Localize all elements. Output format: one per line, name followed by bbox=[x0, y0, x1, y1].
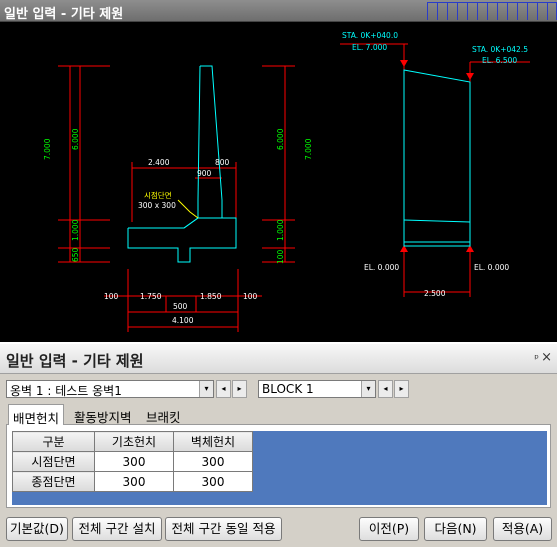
grid-col-header: 벽체헌치 bbox=[173, 431, 253, 452]
tab-shear-key[interactable]: 활동방지벽 bbox=[70, 404, 136, 425]
grid-corner-header: 구분 bbox=[12, 431, 95, 452]
apply-same-all-sections-button[interactable]: 전체 구간 동일 적용 bbox=[165, 517, 282, 541]
grid-row-header: 종점단면 bbox=[12, 471, 95, 492]
left-dimension-lines bbox=[58, 65, 295, 332]
svg-text:650: 650 bbox=[71, 247, 80, 262]
default-button[interactable]: 기본값(D) bbox=[6, 517, 68, 541]
grid-cell[interactable]: 300 bbox=[94, 451, 174, 472]
wall-next-button[interactable]: ▸ bbox=[232, 380, 247, 398]
svg-text:300 x 300: 300 x 300 bbox=[138, 201, 176, 210]
elevation-dimension-lines bbox=[340, 43, 530, 297]
grid-col-header: 기초헌치 bbox=[94, 431, 174, 452]
svg-text:EL. 7.000: EL. 7.000 bbox=[352, 43, 387, 52]
chevron-down-icon[interactable]: ▾ bbox=[361, 381, 375, 397]
next-button[interactable]: 다음(N) bbox=[424, 517, 487, 541]
haunch-leader bbox=[177, 199, 199, 219]
svg-text:500: 500 bbox=[173, 302, 188, 311]
wall-select[interactable]: 옹벽 1 : 테스트 옹벽1 ▾ bbox=[6, 380, 214, 398]
svg-text:6.000: 6.000 bbox=[71, 128, 80, 150]
grid-area: 구분 기초헌치 벽체헌치 시점단면 300 300 종점단면 300 300 bbox=[6, 424, 551, 508]
svg-text:6.000: 6.000 bbox=[276, 128, 285, 150]
block-select[interactable]: BLOCK 1 ▾ bbox=[258, 380, 376, 398]
tab-back-haunch[interactable]: 배면헌치 bbox=[8, 404, 65, 426]
window-title: 일반 입력 - 기타 제원 bbox=[4, 7, 124, 22]
prev-button[interactable]: 이전(P) bbox=[359, 517, 419, 541]
drawing-canvas[interactable]: 7.000 6.000 1.000 650 7.000 6.000 1.000 … bbox=[0, 22, 557, 342]
grid-row-header: 시점단면 bbox=[12, 451, 95, 472]
wall-select-value: 옹벽 1 : 테스트 옹벽1 bbox=[10, 384, 122, 398]
close-icon[interactable]: × bbox=[541, 350, 552, 365]
block-next-button[interactable]: ▸ bbox=[394, 380, 409, 398]
panel-title: 일반 입력 - 기타 제원 bbox=[6, 352, 144, 370]
block-select-value: BLOCK 1 bbox=[262, 382, 314, 396]
haunch-grid: 구분 기초헌치 벽체헌치 시점단면 300 300 종점단면 300 300 bbox=[12, 431, 253, 492]
svg-text:4.100: 4.100 bbox=[172, 316, 194, 325]
svg-text:STA. 0K+040.0: STA. 0K+040.0 bbox=[342, 31, 398, 40]
svg-text:800: 800 bbox=[215, 158, 230, 167]
wall-prev-button[interactable]: ◂ bbox=[216, 380, 231, 398]
pin-icon[interactable]: ᵖ bbox=[534, 352, 539, 365]
panel-header: 일반 입력 - 기타 제원 ᵖ × bbox=[0, 342, 557, 374]
grid-cell[interactable]: 300 bbox=[94, 471, 174, 492]
cad-drawing: 7.000 6.000 1.000 650 7.000 6.000 1.000 … bbox=[43, 31, 530, 332]
svg-text:100: 100 bbox=[104, 292, 119, 301]
chevron-down-icon[interactable]: ▾ bbox=[199, 381, 213, 397]
svg-text:2.500: 2.500 bbox=[424, 289, 446, 298]
svg-text:EL. 0.000: EL. 0.000 bbox=[474, 263, 509, 272]
table-row: 종점단면 300 300 bbox=[12, 471, 253, 492]
install-all-sections-button[interactable]: 전체 구간 설치 bbox=[72, 517, 162, 541]
left-dimension-text: 7.000 6.000 1.000 650 7.000 6.000 1.000 … bbox=[43, 128, 313, 325]
table-row: 시점단면 300 300 bbox=[12, 451, 253, 472]
elevation-text: STA. 0K+040.0 EL. 7.000 STA. 0K+042.5 EL… bbox=[342, 31, 528, 298]
svg-text:100: 100 bbox=[276, 249, 285, 264]
window-title-bar: 일반 입력 - 기타 제원 bbox=[0, 0, 557, 22]
svg-text:100: 100 bbox=[243, 292, 258, 301]
svg-text:1.750: 1.750 bbox=[140, 292, 162, 301]
tab-bracket[interactable]: 브래킷 bbox=[142, 404, 185, 425]
svg-text:900: 900 bbox=[197, 169, 212, 178]
svg-text:시점단면: 시점단면 bbox=[144, 190, 172, 200]
svg-text:1.000: 1.000 bbox=[276, 219, 285, 241]
svg-text:1.000: 1.000 bbox=[71, 219, 80, 241]
svg-text:2.400: 2.400 bbox=[148, 158, 170, 167]
elevation-arrows bbox=[400, 60, 474, 252]
svg-text:STA. 0K+042.5: STA. 0K+042.5 bbox=[472, 45, 528, 54]
elevation-outline bbox=[403, 69, 471, 247]
ruler-ticks bbox=[415, 0, 557, 22]
grid-cell[interactable]: 300 bbox=[173, 451, 253, 472]
svg-text:7.000: 7.000 bbox=[304, 138, 313, 160]
grid-cell[interactable]: 300 bbox=[173, 471, 253, 492]
block-prev-button[interactable]: ◂ bbox=[378, 380, 393, 398]
svg-text:7.000: 7.000 bbox=[43, 138, 52, 160]
svg-text:EL. 6.500: EL. 6.500 bbox=[482, 56, 517, 65]
svg-text:EL. 0.000: EL. 0.000 bbox=[364, 263, 399, 272]
svg-text:1.850: 1.850 bbox=[200, 292, 222, 301]
apply-button[interactable]: 적용(A) bbox=[493, 517, 552, 541]
